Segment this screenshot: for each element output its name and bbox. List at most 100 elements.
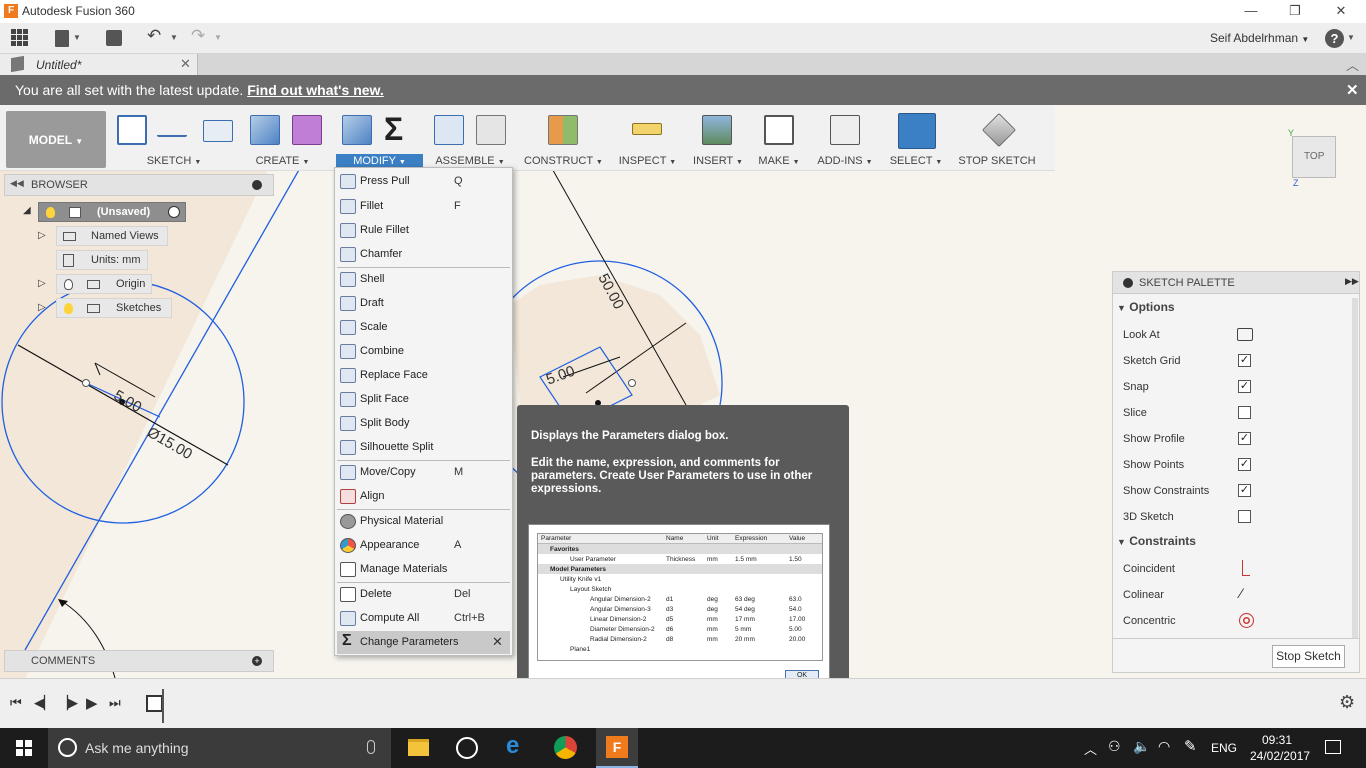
expand-icon[interactable]: ▷ [38,302,46,313]
look-at-icon[interactable] [1237,328,1253,341]
minimize-button[interactable]: — [1228,0,1274,23]
help-icon[interactable]: ? [1325,29,1344,48]
pen-icon[interactable]: ✎ [1184,737,1197,755]
timeline-settings-icon[interactable]: ⚙ [1339,692,1355,713]
fusion-taskbar-icon[interactable]: F [596,728,638,768]
help-chevron-icon[interactable]: ▼ [1347,33,1355,42]
menu-item-draft[interactable]: Draft [337,292,510,315]
workspace-switcher[interactable]: MODEL ▼ [6,111,106,168]
view-cube[interactable]: TOP [1292,136,1336,178]
redo-icon[interactable]: ↷ [191,26,205,46]
expand-icon[interactable]: ▷ [38,278,46,289]
option-show-points[interactable]: Show Points ✓ [1123,454,1343,476]
construct-group[interactable]: CONSTRUCT ▼ [524,105,603,171]
microphone-icon[interactable] [367,740,375,754]
slice-checkbox[interactable] [1238,406,1251,419]
browser-minimize-icon[interactable] [252,180,262,190]
expand-icon[interactable]: ▷ [38,230,46,241]
chrome-browser-icon[interactable] [554,736,577,759]
file-menu-icon[interactable] [55,30,69,47]
option-show-profile[interactable]: Show Profile ✓ [1123,428,1343,450]
browser-collapse-icon[interactable]: ◀◀ [10,178,24,189]
form-icon[interactable] [292,115,322,145]
comments-panel-header[interactable]: COMMENTS + [4,650,274,672]
concentric-icon[interactable] [1239,613,1254,628]
snap-checkbox[interactable]: ✓ [1238,380,1251,393]
undo-chevron-icon[interactable]: ▼ [170,33,178,42]
restore-button[interactable]: ❐ [1272,0,1318,23]
media-app-icon[interactable] [456,737,478,759]
browser-sketches-node[interactable]: Sketches [56,298,172,318]
rectangle-tool-icon[interactable] [203,120,233,142]
constraint-concentric[interactable]: Concentric [1123,610,1343,632]
document-tab[interactable]: Untitled* ✕ [0,54,198,75]
timeline-marker[interactable] [162,689,164,723]
add-comment-icon[interactable]: + [252,656,262,666]
show-profile-checkbox[interactable]: ✓ [1238,432,1251,445]
collapse-tabs-icon[interactable]: ︿ [1346,55,1359,74]
notifications-icon[interactable] [1325,740,1341,754]
options-section-header[interactable]: ▼ Options [1117,300,1175,314]
insert-image-icon[interactable] [702,115,732,145]
language-indicator[interactable]: ENG [1211,741,1237,755]
constraint-colinear[interactable]: Colinear ⁄ [1123,584,1343,606]
file-explorer-icon[interactable] [408,739,429,756]
measure-icon[interactable] [632,123,662,135]
palette-scrollbar[interactable] [1352,298,1358,638]
edge-browser-icon[interactable]: e [506,732,519,760]
menu-item-replace-face[interactable]: Replace Face [337,364,510,387]
go-to-end-icon[interactable]: ⏭ [109,695,121,711]
sigma-parameters-icon[interactable]: Σ [384,111,403,148]
step-forward-icon[interactable]: ▕▶ [58,695,78,711]
close-banner-icon[interactable]: ✕ [1346,81,1359,99]
coincident-icon[interactable] [1242,560,1250,576]
menu-item-compute-all[interactable]: Compute All Ctrl+B [337,607,510,630]
palette-minimize-icon[interactable] [1123,278,1133,288]
option-sketch-grid[interactable]: Sketch Grid ✓ [1123,350,1343,372]
3d-sketch-checkbox[interactable] [1238,510,1251,523]
clock-time[interactable]: 09:31 [1262,733,1292,747]
lightbulb-off-icon[interactable] [64,279,73,290]
option-snap[interactable]: Snap ✓ [1123,376,1343,398]
extrude-icon[interactable] [250,115,280,145]
colinear-icon[interactable]: ⁄ [1240,585,1242,601]
stop-sketch-button[interactable]: Stop Sketch [1272,645,1345,668]
menu-item-scale[interactable]: Scale [337,316,510,339]
show-points-checkbox[interactable]: ✓ [1238,458,1251,471]
menu-item-delete[interactable]: Delete Del [337,583,510,606]
select-icon[interactable] [898,113,936,149]
menu-item-split-body[interactable]: Split Body [337,412,510,435]
browser-units-node[interactable]: Units: mm [56,250,148,270]
menu-item-chamfer[interactable]: Chamfer [337,243,510,266]
sketch-group[interactable]: SKETCH ▼ [110,105,238,171]
option-show-constraints[interactable]: Show Constraints ✓ [1123,480,1343,502]
lightbulb-icon[interactable] [64,303,73,314]
create-sketch-icon[interactable] [117,115,147,145]
clock-date[interactable]: 24/02/2017 [1250,749,1310,763]
sketch-palette-header[interactable]: SKETCH PALETTE ▶▶ [1113,272,1359,294]
show-hidden-icons-icon[interactable]: ︿ [1084,739,1097,758]
volume-icon[interactable]: 🔈 [1133,738,1150,755]
constraints-section-header[interactable]: ▼ Constraints [1117,534,1196,548]
undo-icon[interactable]: ↶ [147,26,161,46]
menu-item-press-pull[interactable]: Press Pull Q [337,170,510,193]
press-pull-icon[interactable] [342,115,372,145]
menu-item-move-copy[interactable]: Move/Copy M [337,461,510,484]
menu-item-fillet[interactable]: Fillet F [337,195,510,218]
browser-panel-header[interactable]: ◀◀ BROWSER [4,174,274,196]
root-expand-icon[interactable]: ◢ [23,205,31,216]
select-group[interactable]: SELECT ▼ [888,105,944,171]
close-tab-icon[interactable]: ✕ [180,56,191,72]
step-back-icon[interactable]: ◀▏ [34,695,54,711]
windows-start-icon[interactable] [16,740,32,756]
add-ins-group[interactable]: ADD-INS ▼ [814,105,876,171]
palette-expand-icon[interactable]: ▶▶ [1345,276,1359,287]
play-icon[interactable]: ▶ [86,694,98,712]
3d-print-icon[interactable] [764,115,794,145]
insert-group[interactable]: INSERT ▼ [690,105,746,171]
line-tool-icon[interactable] [157,115,187,137]
wifi-icon[interactable]: ◠ [1158,738,1170,755]
close-window-button[interactable]: ✕ [1318,0,1364,23]
timeline-sketch-item-icon[interactable] [146,695,163,712]
constraint-coincident[interactable]: Coincident [1123,558,1343,580]
